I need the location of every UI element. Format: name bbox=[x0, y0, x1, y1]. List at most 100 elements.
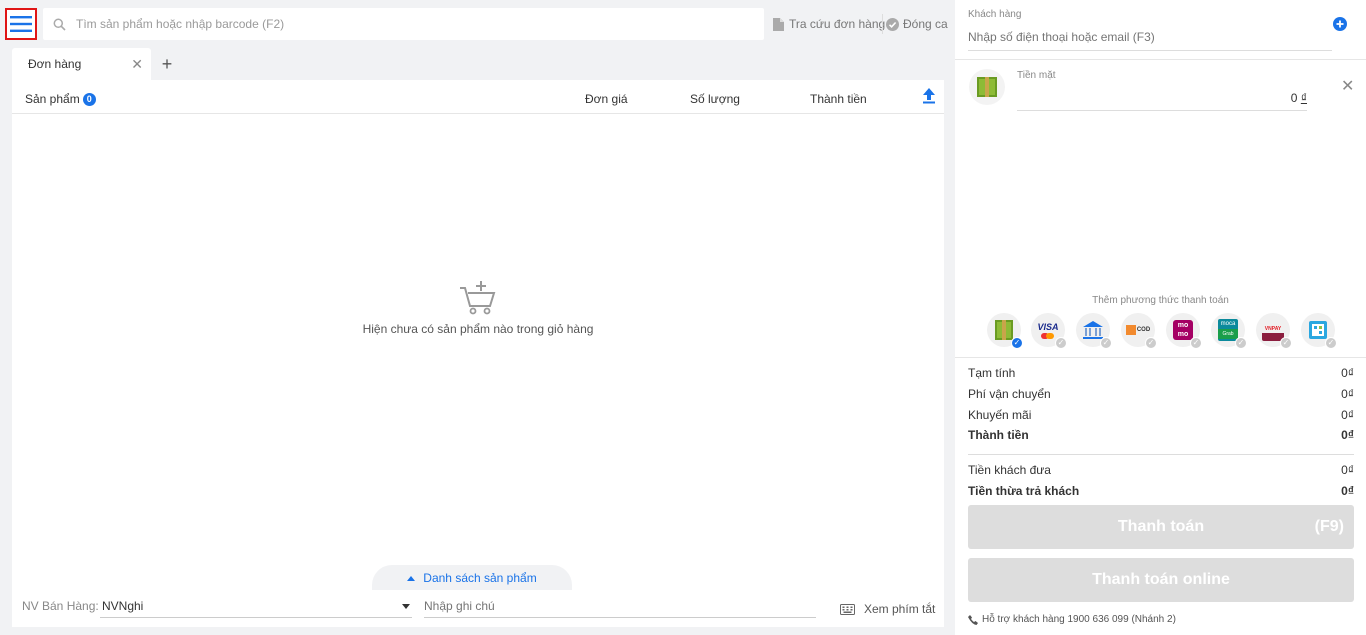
unselected-check-icon: ✓ bbox=[1325, 337, 1337, 349]
momo-text: mo mo bbox=[1177, 322, 1189, 338]
moca-text: moca bbox=[1220, 321, 1236, 327]
product-search-input[interactable] bbox=[76, 17, 726, 31]
discount-value: 0₫ bbox=[1341, 408, 1354, 422]
close-shift-label: Đóng ca bbox=[903, 17, 948, 31]
caret-up-icon bbox=[407, 576, 416, 581]
paid-row: Tiền khách đưa 0₫ bbox=[968, 463, 1354, 477]
order-tabs: Đơn hàng ✕ + bbox=[12, 48, 183, 80]
divider bbox=[968, 454, 1354, 455]
customer-label: Khách hàng bbox=[968, 9, 1022, 20]
unselected-check-icon: ✓ bbox=[1145, 337, 1157, 349]
divider bbox=[955, 357, 1366, 358]
cart-panel: Sản phẩm 0 Đơn giá Số lượng Thành tiền Hi… bbox=[12, 80, 944, 590]
tab-order-label: Đơn hàng bbox=[28, 57, 82, 71]
staff-value: NVNghi bbox=[102, 599, 144, 613]
checkout-panel: Khách hàng Tiền mặt 0 ₫ ✕ Thêm phương th… bbox=[955, 0, 1366, 635]
note-field[interactable] bbox=[424, 594, 816, 618]
pay-online-button[interactable]: Thanh toán online bbox=[968, 558, 1354, 602]
empty-cart: Hiện chưa có sản phẩm nào trong giỏ hàng bbox=[12, 280, 944, 336]
payment-method-bank[interactable]: ✓ bbox=[1076, 313, 1112, 349]
product-search-box[interactable] bbox=[43, 8, 764, 40]
payment-method-cash[interactable]: ✓ bbox=[987, 313, 1023, 349]
staff-label: NV Bán Hàng: bbox=[22, 599, 99, 613]
divider bbox=[955, 59, 1366, 60]
cod-text: COD bbox=[1136, 327, 1151, 333]
cash-amount: 0 ₫ bbox=[1291, 91, 1307, 105]
product-list-toggle[interactable]: Danh sách sản phẩm bbox=[372, 565, 572, 591]
payment-method-cod[interactable]: COD ✓ bbox=[1121, 313, 1157, 349]
paid-value: 0₫ bbox=[1341, 463, 1354, 477]
pay-button[interactable]: Thanh toán (F9) bbox=[968, 505, 1354, 549]
payment-method-moca[interactable]: moca Grab ✓ bbox=[1211, 313, 1247, 349]
plus-icon: + bbox=[161, 53, 173, 74]
payment-method-qr[interactable]: ✓ bbox=[1301, 313, 1337, 349]
note-input[interactable] bbox=[424, 599, 804, 613]
cash-label: Tiền mặt bbox=[1017, 70, 1056, 81]
payment-method-vnpay[interactable]: VNPAY ✓ bbox=[1256, 313, 1292, 349]
payment-method-momo[interactable]: mo mo ✓ bbox=[1166, 313, 1202, 349]
pay-label: Thanh toán bbox=[1117, 518, 1205, 535]
col-product-label: Sản phẩm bbox=[25, 92, 80, 106]
chevron-down-icon bbox=[402, 604, 410, 609]
customer-field[interactable] bbox=[968, 26, 1332, 51]
empty-cart-message: Hiện chưa có sản phẩm nào trong giỏ hàng bbox=[362, 322, 594, 336]
payment-method-visa[interactable]: VISA ✓ bbox=[1031, 313, 1067, 349]
paid-label: Tiền khách đưa bbox=[968, 463, 1051, 477]
customer-input[interactable] bbox=[968, 30, 1328, 44]
momo-icon: mo mo bbox=[1173, 320, 1193, 340]
cash-amount-field[interactable]: 0 ₫ bbox=[1017, 86, 1307, 111]
discount-label: Khuyến mãi bbox=[968, 408, 1032, 422]
order-lookup-button[interactable]: Tra cứu đơn hàng bbox=[773, 8, 885, 40]
hamburger-menu-button[interactable] bbox=[5, 8, 37, 40]
product-count-badge: 0 bbox=[82, 93, 96, 107]
qr-icon bbox=[1309, 321, 1327, 339]
document-icon bbox=[773, 17, 784, 31]
moca-icon: moca Grab bbox=[1218, 319, 1238, 341]
subtotal-label: Tạm tính bbox=[968, 366, 1016, 380]
total-value: 0₫ bbox=[1341, 428, 1354, 442]
unselected-check-icon: ✓ bbox=[1235, 337, 1247, 349]
col-price: Đơn giá bbox=[585, 92, 628, 106]
close-shift-button[interactable]: Đóng ca bbox=[886, 8, 948, 40]
change-label: Tiền thừa trả khách bbox=[968, 484, 1080, 498]
shortcuts-label: Xem phím tắt bbox=[864, 602, 936, 616]
cash-icon bbox=[995, 320, 1013, 340]
visa-text: VISA bbox=[1037, 321, 1059, 332]
visa-icon: VISA bbox=[1037, 321, 1059, 339]
close-icon[interactable]: ✕ bbox=[131, 56, 143, 73]
staff-select[interactable]: NVNghi bbox=[100, 594, 412, 618]
add-customer-icon[interactable] bbox=[1333, 17, 1347, 31]
change-row: Tiền thừa trả khách 0₫ bbox=[968, 484, 1354, 498]
order-footer: NV Bán Hàng: NVNghi Xem phím tắt bbox=[12, 590, 944, 627]
pos-main-area: Tra cứu đơn hàng Đóng ca Đơn hàng ✕ + Sả… bbox=[0, 0, 955, 635]
phone-icon bbox=[968, 614, 978, 625]
unselected-check-icon: ✓ bbox=[1190, 337, 1202, 349]
bank-icon bbox=[1083, 321, 1103, 339]
cod-icon: COD bbox=[1125, 325, 1151, 335]
pay-online-label: Thanh toán online bbox=[1092, 571, 1230, 588]
check-circle-icon bbox=[886, 17, 899, 31]
support-text: Hỗ trợ khách hàng 1900 636 099 (Nhánh 2) bbox=[982, 614, 1176, 625]
close-icon[interactable]: ✕ bbox=[1341, 76, 1354, 96]
subtotal-row: Tạm tính 0₫ bbox=[968, 366, 1354, 380]
shortcuts-button[interactable]: Xem phím tắt bbox=[840, 602, 935, 616]
cash-icon bbox=[977, 77, 997, 97]
cash-method-avatar bbox=[969, 69, 1005, 105]
discount-row: Khuyến mãi 0₫ bbox=[968, 408, 1354, 422]
cart-table-header: Sản phẩm 0 Đơn giá Số lượng Thành tiền bbox=[12, 80, 944, 114]
upload-icon[interactable] bbox=[922, 88, 936, 104]
unselected-check-icon: ✓ bbox=[1100, 337, 1112, 349]
add-payment-method-label: Thêm phương thức thanh toán bbox=[1092, 295, 1229, 306]
cash-amount-value: 0 bbox=[1290, 91, 1298, 105]
change-value: 0₫ bbox=[1341, 484, 1354, 498]
add-tab-button[interactable]: + bbox=[151, 48, 183, 80]
total-row: Thành tiền 0₫ bbox=[968, 428, 1354, 442]
shipping-row: Phí vận chuyển 0₫ bbox=[968, 387, 1354, 401]
keyboard-icon bbox=[840, 603, 855, 615]
col-qty: Số lượng bbox=[690, 92, 740, 106]
shipping-value: 0₫ bbox=[1341, 387, 1354, 401]
tab-order[interactable]: Đơn hàng ✕ bbox=[12, 48, 151, 80]
vnpay-text: VNPAY bbox=[1264, 326, 1282, 332]
currency-symbol: ₫ bbox=[1300, 91, 1307, 105]
top-divider bbox=[882, 14, 883, 34]
